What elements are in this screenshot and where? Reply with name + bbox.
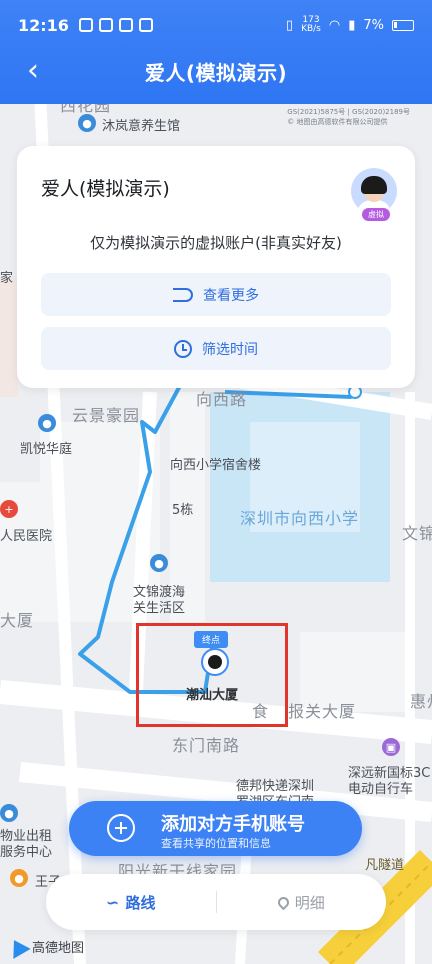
title-bar: ‹ 爱人(模拟演示) — [0, 50, 432, 92]
view-more-button[interactable]: 查看更多 — [41, 273, 391, 316]
battery-percent: 7% — [363, 17, 384, 33]
map-label: 云景豪园 — [72, 406, 141, 425]
map-label: 向西路 — [196, 390, 248, 409]
vibrate-icon: ▯ — [285, 17, 294, 33]
map-label: 凡隧道 — [365, 858, 405, 873]
map-poi-icon: ● — [150, 554, 168, 572]
map-label: 惠州 — [410, 692, 432, 711]
clock-icon — [174, 339, 192, 358]
tab-route[interactable]: ∽ 路线 — [46, 874, 216, 930]
status-notification-icons — [78, 18, 153, 32]
notification-app-icon — [98, 18, 113, 32]
map-label: 家 — [0, 271, 14, 286]
friend-name: 爱人(模拟演示) — [41, 178, 170, 200]
notification-app-icon — [78, 18, 93, 32]
map-label: 深圳市向西小学 — [240, 509, 360, 528]
map-label: 文锦 — [402, 524, 432, 543]
back-arrow-icon[interactable]: ‹ — [18, 56, 48, 86]
avatar-face-icon — [208, 655, 222, 669]
shop-icon: ▣ — [382, 738, 400, 756]
plus-circle-icon — [107, 814, 135, 842]
map-label: 服务中心 — [0, 845, 53, 860]
location-marker-avatar[interactable] — [201, 648, 229, 676]
battery-icon — [392, 19, 414, 31]
map-label: 沐岚意养生馆 — [102, 119, 181, 134]
status-bar: 12:16 ▯ 173 KB/s ◠ ▮ 7% — [0, 0, 432, 50]
page-title: 爱人(模拟演示) — [144, 60, 288, 85]
map-poi-icon: ● — [0, 804, 18, 822]
map-label: 电动自行车 — [348, 782, 414, 797]
virtual-badge: 虚拟 — [362, 208, 390, 221]
map-label: 关生活区 — [133, 601, 186, 616]
route-line-icon: ∽ — [106, 892, 120, 912]
map-label: 凯悦华庭 — [20, 442, 73, 457]
friend-info-card: 爱人(模拟演示) 虚拟 仅为模拟演示的虚拟账户(非真实好友) 查看更多 筛选时间 — [17, 146, 415, 388]
food-icon: ● — [10, 869, 28, 887]
bottom-tabs: ∽ 路线 明细 — [46, 874, 386, 930]
map-label: 报关大厦 — [288, 702, 357, 721]
map-poi-icon: ● — [78, 114, 96, 132]
app-header: 12:16 ▯ 173 KB/s ◠ ▮ 7% ‹ 爱人(模拟演示) — [0, 0, 432, 104]
wifi-icon: ◠ — [328, 17, 341, 33]
filter-time-button[interactable]: 筛选时间 — [41, 327, 391, 370]
network-speed: 173 KB/s — [301, 15, 321, 34]
map-label: 东门南路 — [172, 736, 241, 755]
tab-detail[interactable]: 明细 — [217, 874, 387, 930]
notification-app-icon — [118, 18, 133, 32]
map-poi-icon: ● — [38, 414, 56, 432]
status-right: ▯ 173 KB/s ◠ ▮ 7% — [286, 16, 414, 34]
map-label: 大厦 — [0, 611, 35, 630]
map-label: 向西小学宿舍楼 — [170, 458, 262, 473]
virtual-account-note: 仅为模拟演示的虚拟账户(非真实好友) — [90, 234, 342, 252]
status-time: 12:16 — [18, 15, 69, 35]
location-pin-icon — [275, 894, 292, 910]
signal-icon: ▮ — [348, 17, 356, 33]
map-label: 5栋 — [172, 503, 194, 518]
amap-logo: 高德地图 — [5, 934, 84, 959]
map-label: 人民医院 — [0, 529, 53, 544]
amap-logo-icon — [5, 934, 31, 959]
end-tag: 终点 — [194, 631, 229, 648]
add-phone-account-button[interactable]: 添加对方手机账号 查看共享的位置和信息 — [69, 801, 362, 856]
hospital-icon: + — [0, 500, 18, 518]
map-copyright: GS(2021)5875号 | GS(2020)2189号 © 地图由高德软件有… — [287, 108, 410, 126]
route-icon — [173, 287, 193, 302]
tiktok-icon — [138, 18, 153, 32]
